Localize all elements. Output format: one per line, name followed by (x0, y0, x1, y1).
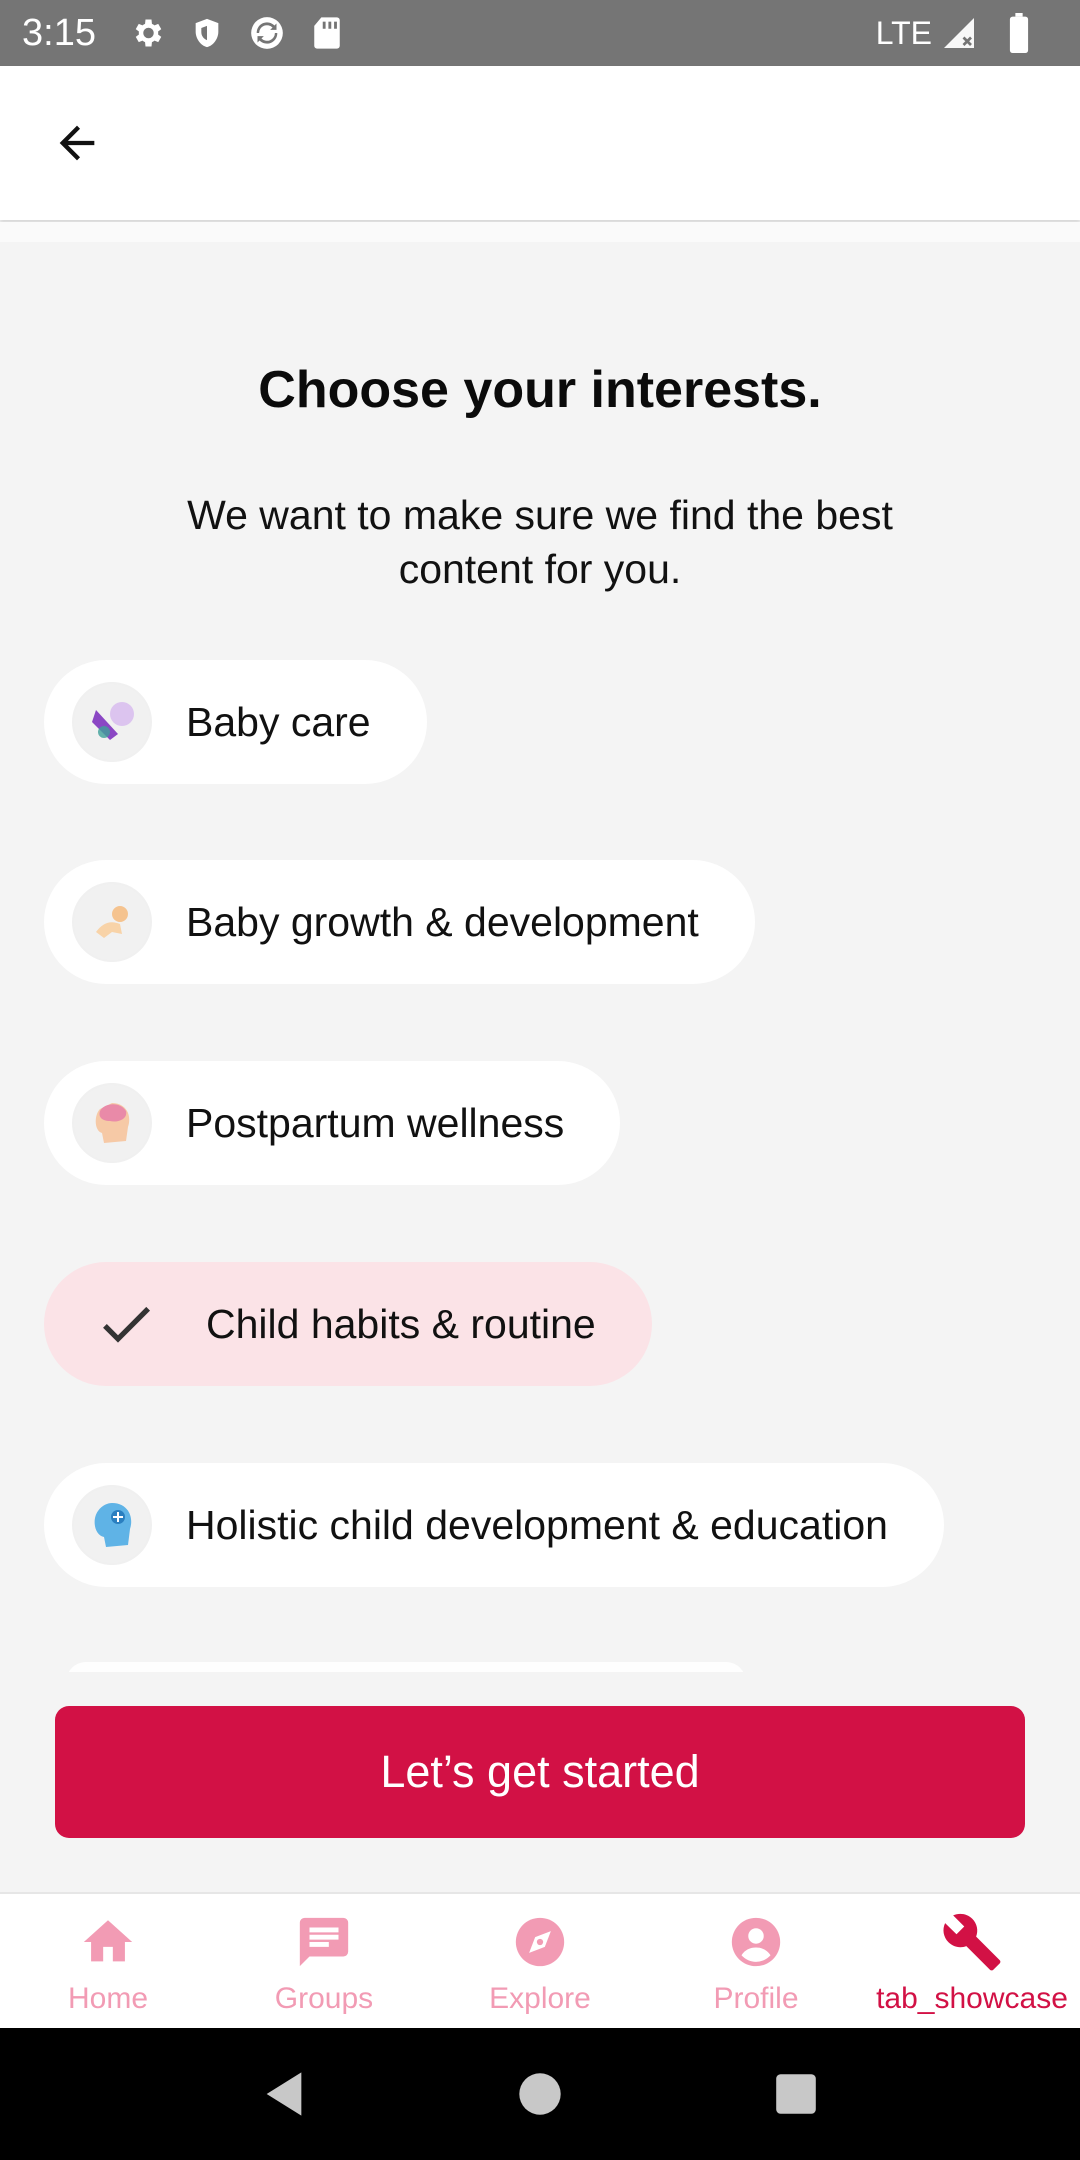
network-type: LTE (875, 14, 932, 51)
sd-card-icon (306, 12, 348, 54)
triangle-back-icon (266, 2072, 302, 2116)
postpartum-icon (72, 1083, 152, 1163)
interest-chip-postpartum-wellness[interactable]: Postpartum wellness (44, 1061, 621, 1185)
shield-icon (186, 12, 228, 54)
square-recents-icon (776, 2074, 816, 2114)
status-time: 3:15 (22, 11, 96, 54)
system-navigation-bar (0, 2028, 1080, 2160)
nav-item-groups[interactable]: Groups (216, 1894, 432, 2030)
nav-item-home[interactable]: Home (0, 1894, 216, 2030)
interest-label: Child habits & routine (206, 1300, 596, 1347)
page-title: Choose your interests. (258, 361, 822, 419)
check-icon (86, 1284, 166, 1364)
status-bar: 3:15 LTE (0, 0, 1080, 66)
app-bar (0, 66, 1080, 220)
get-started-button[interactable]: Let’s get started (55, 1706, 1025, 1838)
nav-item-tab-showcase[interactable]: tab_showcase (864, 1894, 1080, 2030)
gear-icon (126, 12, 168, 54)
chat-icon (292, 1910, 356, 1974)
nav-label: Home (67, 1982, 149, 2015)
app-bar-divider (0, 222, 1080, 242)
interest-chip-holistic-development[interactable]: Holistic child development & education (44, 1463, 944, 1587)
nav-label: Groups (274, 1982, 374, 2015)
person-icon (724, 1910, 788, 1974)
baby-growth-icon (72, 882, 152, 962)
system-recents-button[interactable] (751, 2049, 841, 2139)
interest-chip-child-habits[interactable]: Child habits & routine (44, 1262, 652, 1386)
battery-icon (998, 12, 1040, 54)
circle-home-icon (519, 2073, 561, 2115)
signal-icon (938, 12, 980, 54)
interest-chip-baby-growth[interactable]: Baby growth & development (44, 860, 755, 984)
interest-label: Baby care (186, 698, 371, 745)
arrow-left-icon (59, 125, 95, 161)
back-button[interactable] (44, 110, 110, 176)
interest-label: Baby growth & development (186, 898, 699, 945)
nav-item-explore[interactable]: Explore (432, 1894, 648, 2030)
wrench-icon (940, 1910, 1004, 1974)
interest-chip-baby-care[interactable]: Baby care (44, 660, 427, 784)
system-home-button[interactable] (495, 2049, 585, 2139)
nav-item-profile[interactable]: Profile (648, 1894, 864, 2030)
nav-label: Profile (713, 1982, 799, 2015)
baby-care-icon (72, 682, 152, 762)
sync-icon (246, 12, 288, 54)
child-education-icon (72, 1485, 152, 1565)
nav-label: Explore (489, 1982, 591, 2015)
interest-label: Holistic child development & education (186, 1501, 888, 1548)
system-back-button[interactable] (239, 2049, 329, 2139)
compass-icon (508, 1910, 572, 1974)
interest-label: Postpartum wellness (186, 1099, 565, 1146)
page-subtitle: We want to make sure we find the best co… (187, 492, 893, 592)
nav-label: tab_showcase (876, 1982, 1068, 2015)
home-icon (76, 1910, 140, 1974)
bottom-navigation: Home Groups Explore Profile tab_showcase (0, 1892, 1080, 2030)
